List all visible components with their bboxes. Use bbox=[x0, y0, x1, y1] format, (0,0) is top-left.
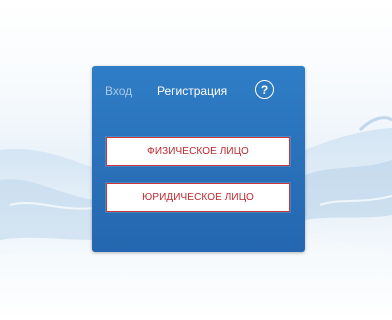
legal-entity-button[interactable]: ЮРИДИЧЕСКОЕ ЛИЦО bbox=[106, 183, 290, 212]
registration-card: Вход Регистрация ? ФИЗИЧЕСКОЕ ЛИЦО ЮРИДИ… bbox=[92, 66, 305, 252]
tab-register[interactable]: Регистрация bbox=[157, 84, 227, 98]
auth-tabs: Вход Регистрация ? bbox=[92, 66, 305, 116]
individual-button[interactable]: ФИЗИЧЕСКОЕ ЛИЦО bbox=[106, 137, 290, 166]
tab-login[interactable]: Вход bbox=[105, 84, 132, 98]
help-icon[interactable]: ? bbox=[255, 80, 274, 99]
